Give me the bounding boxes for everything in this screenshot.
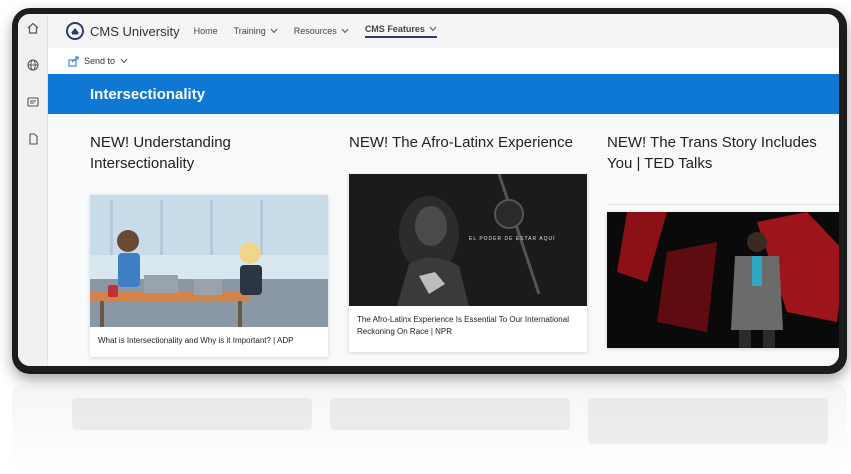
send-to-button[interactable]: Send to: [68, 56, 128, 67]
chevron-down-icon: [429, 26, 437, 32]
video-thumbnail[interactable]: [90, 195, 328, 327]
globe-icon[interactable]: [18, 58, 48, 88]
reflection-shape: [330, 398, 570, 430]
browser-screen: CMS University Home Training Resources C…: [18, 14, 839, 366]
reflection-shape: [72, 398, 312, 430]
card-heading: NEW! The Trans Story Includes You | TED …: [607, 134, 817, 172]
video-thumbnail[interactable]: [607, 212, 839, 348]
chevron-down-icon: [270, 28, 278, 34]
share-icon: [68, 56, 79, 66]
video-caption[interactable]: The Afro-Latinx Experience Is Essential …: [349, 306, 587, 346]
device-reflection: [12, 384, 847, 474]
nav-home[interactable]: Home: [194, 26, 218, 36]
nav-cms-features[interactable]: CMS Features: [364, 24, 437, 38]
site-header: CMS University Home Training Resources C…: [48, 14, 839, 48]
video-thumbnail[interactable]: EL PODER DE ESTAR AQUÍ: [349, 174, 587, 306]
card-trans-story-ted: NEW! The Trans Story Includes You | TED …: [607, 132, 837, 174]
divider: [607, 204, 839, 205]
chevron-down-icon: [120, 58, 128, 64]
page-banner: Intersectionality: [48, 74, 839, 114]
nav-home-label: Home: [193, 26, 218, 36]
card-afro-latinx-experience: NEW! The Afro-Latinx Experience: [349, 132, 594, 153]
news-icon[interactable]: [18, 95, 48, 125]
video-tile[interactable]: What is Intersectionality and Why is it …: [90, 195, 328, 357]
card-heading: NEW! Understanding Intersectionality: [90, 134, 231, 172]
send-to-label: Send to: [84, 56, 116, 66]
card-understanding-intersectionality: NEW! Understanding Intersectionality: [90, 132, 330, 174]
nav-resources[interactable]: Resources: [294, 26, 349, 36]
nav-training[interactable]: Training: [234, 26, 278, 36]
document-icon[interactable]: [18, 132, 48, 162]
device-frame: CMS University Home Training Resources C…: [12, 8, 847, 374]
home-icon[interactable]: [18, 21, 48, 51]
page-title: Intersectionality: [90, 85, 206, 103]
chevron-down-icon: [341, 28, 349, 34]
card-heading: NEW! The Afro-Latinx Experience: [349, 134, 573, 151]
nav-cms-features-label: CMS Features: [364, 24, 425, 34]
site-logo-icon[interactable]: [66, 22, 84, 40]
nav-resources-label: Resources: [293, 26, 337, 36]
app-bar: [18, 14, 48, 366]
nav-training-label: Training: [233, 26, 266, 36]
site-title[interactable]: CMS University: [90, 24, 180, 39]
command-bar: Send to: [48, 48, 839, 74]
video-tile[interactable]: [607, 212, 839, 348]
content-area: NEW! Understanding Intersectionality Wha…: [48, 114, 839, 366]
reflection-shape: [588, 398, 828, 444]
video-caption[interactable]: What is Intersectionality and Why is it …: [90, 327, 328, 355]
thumbnail-overlay-text: EL PODER DE ESTAR AQUÍ: [469, 235, 555, 242]
video-tile[interactable]: EL PODER DE ESTAR AQUÍ The Afro-Latinx E…: [349, 174, 587, 352]
